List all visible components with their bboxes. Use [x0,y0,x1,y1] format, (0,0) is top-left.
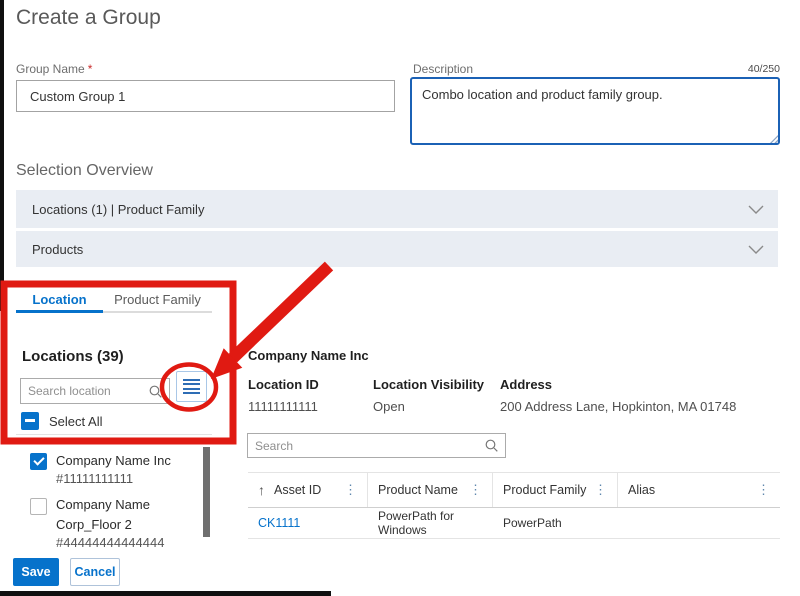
create-group-screen: Create a Group Group Name* Description 4… [0,0,800,596]
list-view-button[interactable] [176,371,207,402]
group-name-input[interactable] [16,80,395,112]
screenshot-left-border [0,0,4,311]
location-visibility-value: Open [373,399,405,414]
table-row: CK1111 PowerPath for Windows PowerPath [248,508,780,539]
select-all-label: Select All [49,414,102,429]
location-name: Company Name Corp_Floor 2 [56,495,188,535]
asset-search-field [247,433,506,458]
address-label: Address [500,377,552,392]
chevron-down-icon[interactable] [748,205,764,214]
select-all-checkbox[interactable] [21,412,39,430]
divider [16,434,212,435]
required-asterisk: * [88,62,93,76]
accordion-locations-product-family[interactable]: Locations (1) | Product Family [16,190,778,228]
search-icon [149,385,162,398]
active-tab-underline [16,310,103,313]
assets-table: ↑ Asset ID ⋮ Product Name ⋮ Product Fami… [248,472,780,539]
product-name-cell: PowerPath for Windows [368,509,493,537]
detail-company-name: Company Name Inc [248,348,369,363]
address-value: 200 Address Lane, Hopkinton, MA 01748 [500,399,736,414]
asset-id-link[interactable]: CK1111 [258,516,300,530]
column-header-product-family[interactable]: Product Family ⋮ [493,473,618,507]
column-header-product-name[interactable]: Product Name ⋮ [368,473,493,507]
location-checkbox-unchecked[interactable] [30,498,47,515]
asset-search-input[interactable] [255,439,485,453]
location-search-input[interactable] [28,384,149,398]
group-name-label: Group Name* [16,62,92,76]
save-button[interactable]: Save [13,558,59,586]
scrollbar-thumb[interactable] [203,447,210,537]
location-id-label: Location ID [248,377,319,392]
column-header-asset-id[interactable]: ↑ Asset ID ⋮ [248,473,368,507]
location-id: #11111111111 [56,471,133,486]
column-menu-icon[interactable]: ⋮ [592,482,609,498]
column-header-alias[interactable]: Alias ⋮ [618,473,780,507]
location-id: #44444444444444 [56,535,164,548]
selection-overview-title: Selection Overview [16,162,153,180]
product-family-cell: PowerPath [493,516,618,530]
location-checkbox-checked[interactable] [30,453,47,470]
sort-ascending-icon[interactable]: ↑ [258,482,265,498]
screenshot-bottom-border [0,591,331,596]
chevron-down-icon[interactable] [748,245,764,254]
annotation-arrow-head [211,348,242,379]
accordion-label: Products [32,242,83,257]
description-char-counter: 40/250 [680,63,780,75]
location-list: Company Name Inc #11111111111 Company Na… [16,445,206,548]
page-title: Create a Group [16,6,161,30]
accordion-products[interactable]: Products [16,231,778,267]
tab-product-family[interactable]: Product Family [103,292,212,307]
locations-count-heading: Locations (39) [22,348,124,365]
location-search-field [20,378,170,404]
location-id-value: 11111111111 [248,399,318,414]
list-view-icon [183,379,200,394]
location-name: Company Name Inc [56,451,171,471]
column-menu-icon[interactable]: ⋮ [467,482,484,498]
description-textarea[interactable]: Combo location and product family group. [410,77,780,145]
column-menu-icon[interactable]: ⋮ [342,482,359,498]
table-header-row: ↑ Asset ID ⋮ Product Name ⋮ Product Fami… [248,472,780,508]
search-icon [485,439,498,452]
accordion-label: Locations (1) | Product Family [32,202,204,217]
cancel-button[interactable]: Cancel [70,558,120,586]
column-menu-icon[interactable]: ⋮ [755,482,772,498]
annotation-arrow-shaft [233,266,329,358]
description-label: Description [413,62,473,76]
tab-location[interactable]: Location [16,292,103,307]
inactive-tab-underline [103,311,212,313]
location-visibility-label: Location Visibility [373,377,484,392]
